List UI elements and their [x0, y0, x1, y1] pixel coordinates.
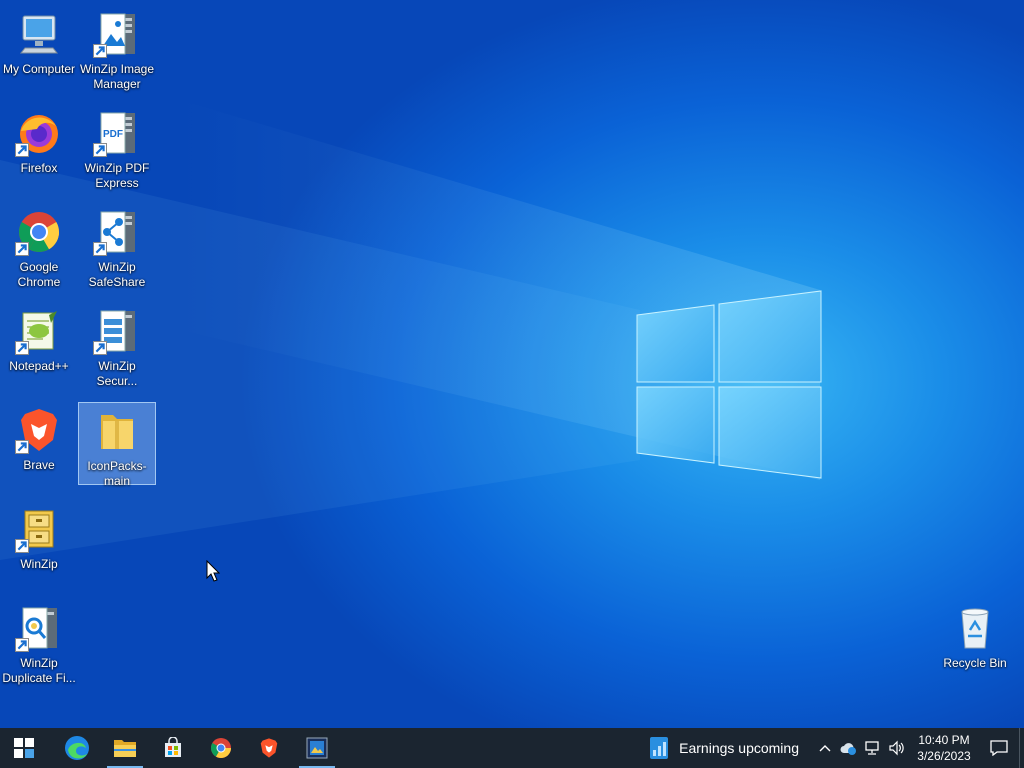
desktop-icon-firefox[interactable]: Firefox: [0, 105, 78, 191]
desktop-icon-label: Brave: [23, 458, 55, 472]
speaker-icon: [889, 740, 904, 756]
winzip-image-icon: [306, 737, 328, 759]
chevron-up-icon: [819, 745, 831, 752]
shortcut-arrow-icon: [15, 143, 29, 157]
desktop-icon-label: Notepad++: [9, 359, 69, 373]
shortcut-arrow-icon: [15, 440, 29, 454]
shortcut-arrow-icon: [15, 242, 29, 256]
shortcut-arrow-icon: [93, 44, 107, 58]
desktop-icon-google-chrome[interactable]: Google Chrome: [0, 204, 78, 290]
taskbar-file-explorer-button[interactable]: [101, 728, 149, 768]
start-button[interactable]: [0, 728, 48, 768]
show-hidden-icons-button[interactable]: [813, 728, 837, 768]
news-widget[interactable]: Earnings upcoming: [641, 728, 813, 768]
shortcut-arrow-icon: [93, 341, 107, 355]
desktop-icon-winzip-image-manager[interactable]: WinZip Image Manager: [78, 6, 156, 92]
shortcut-arrow-icon: [93, 143, 107, 157]
start-icon: [14, 738, 34, 758]
clock-date: 3/26/2023: [917, 749, 971, 763]
desktop-icon-notepadpp[interactable]: Notepad++: [0, 303, 78, 389]
file-explorer-icon: [114, 740, 136, 757]
folder-icon: [101, 415, 133, 449]
desktop-icon-label: Google Chrome: [17, 260, 61, 289]
desktop-icon-label: WinZip Image Manager: [79, 62, 155, 91]
taskbar: Earnings upcoming 10:40 PM 3/26/2023: [0, 728, 1024, 768]
desktop-icon-brave[interactable]: Brave: [0, 402, 78, 488]
desktop-icon-label: WinZip: [20, 557, 58, 571]
desktop-icon-winzip-secure[interactable]: WinZip Secur...: [78, 303, 156, 389]
chrome-icon: [211, 738, 231, 758]
desktop-icon-label: IconPacks-main: [87, 459, 147, 488]
desktop-icon-winzip[interactable]: WinZip: [0, 501, 78, 587]
store-icon: [165, 737, 181, 757]
notification-icon: [990, 740, 1008, 756]
desktop-icon-label: WinZip SafeShare: [88, 260, 146, 289]
tray-winzip-icon-button[interactable]: [837, 728, 861, 768]
brave-icon: [260, 738, 278, 758]
desktop-icon-label: WinZip PDF Express: [84, 161, 150, 190]
taskbar-chrome-button[interactable]: [197, 728, 245, 768]
mouse-cursor: [206, 559, 221, 587]
clock-time: 10:40 PM: [918, 733, 970, 747]
taskbar-store-button[interactable]: [149, 728, 197, 768]
desktop-icon-winzip-pdf-express[interactable]: PDF WinZip PDF Express: [78, 105, 156, 191]
svg-text:PDF: PDF: [103, 129, 123, 140]
desktop-icon-label: Firefox: [20, 161, 58, 175]
network-icon: [865, 741, 879, 755]
desktop-icon-winzip-duplicate-finder[interactable]: WinZip Duplicate Fi...: [0, 600, 78, 686]
taskbar-winzip-image-button[interactable]: [293, 728, 341, 768]
desktop-icon-my-computer[interactable]: My Computer: [0, 6, 78, 92]
desktop-icon-winzip-safeshare[interactable]: WinZip SafeShare: [78, 204, 156, 290]
taskbar-brave-button[interactable]: [245, 728, 293, 768]
shortcut-arrow-icon: [93, 242, 107, 256]
shortcut-arrow-icon: [15, 638, 29, 652]
computer-icon: [19, 15, 59, 54]
shortcut-arrow-icon: [15, 341, 29, 355]
clock[interactable]: 10:40 PM 3/26/2023: [909, 732, 979, 764]
desktop-icon-label: WinZip Secur...: [96, 359, 138, 388]
notification-center-button[interactable]: [979, 728, 1019, 768]
taskbar-edge-button[interactable]: [53, 728, 101, 768]
news-widget-text: Earnings upcoming: [679, 740, 799, 756]
network-button[interactable]: [861, 728, 885, 768]
desktop-icon-recycle-bin[interactable]: Recycle Bin: [936, 600, 1014, 686]
desktop-icon-label: WinZip Duplicate Fi...: [2, 656, 76, 685]
recycle-bin-icon: [961, 608, 989, 649]
cloud-sync-icon: [840, 743, 856, 755]
desktop-icon-iconpacks-main[interactable]: IconPacks-main: [78, 402, 156, 488]
show-desktop-button[interactable]: [1019, 728, 1024, 768]
volume-button[interactable]: [885, 728, 909, 768]
news-chart-icon: [650, 737, 669, 759]
desktop-icon-label: Recycle Bin: [943, 656, 1007, 670]
desktop-icon-label: My Computer: [2, 62, 76, 76]
shortcut-arrow-icon: [15, 539, 29, 553]
edge-icon: [65, 736, 89, 760]
system-tray: Earnings upcoming 10:40 PM 3/26/2023: [641, 728, 1024, 768]
